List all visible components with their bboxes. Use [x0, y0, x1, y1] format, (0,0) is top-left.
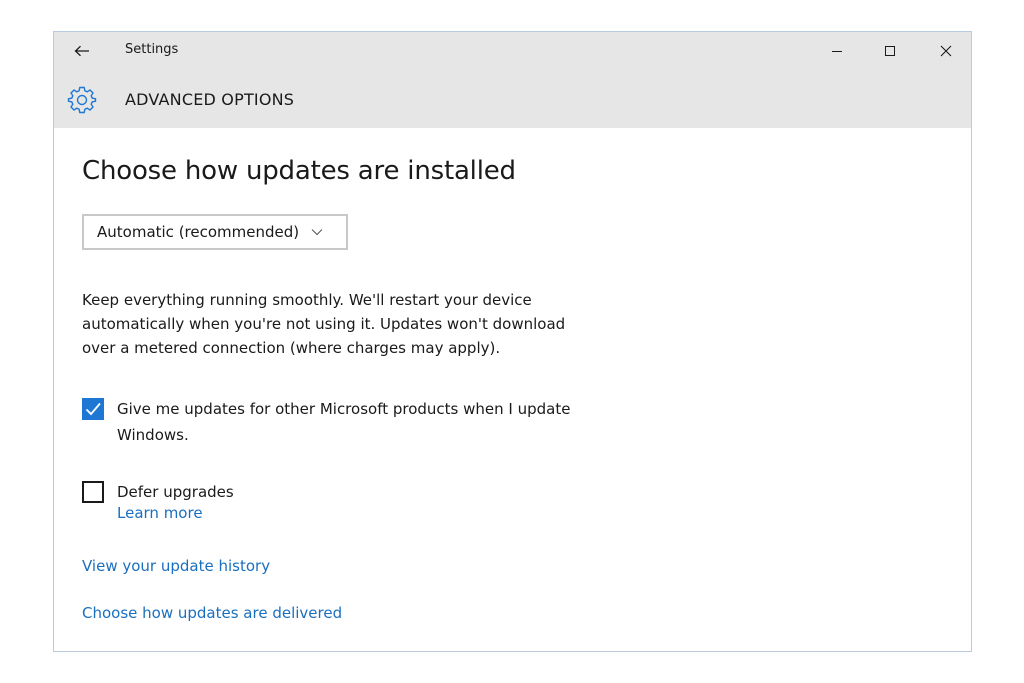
description-line: over a metered connection (where charges… — [82, 339, 501, 357]
update-history-link[interactable]: View your update history — [82, 557, 270, 575]
gear-icon — [67, 86, 97, 114]
description-line: Keep everything running smoothly. We'll … — [82, 291, 532, 309]
update-delivery-link[interactable]: Choose how updates are delivered — [82, 604, 342, 622]
close-button[interactable] — [928, 38, 964, 64]
settings-window: Settings ADVANCED OPTIONS Choose how upd… — [53, 31, 972, 652]
dropdown-selected-value: Automatic (recommended) — [97, 223, 300, 241]
microsoft-products-checkbox[interactable] — [82, 398, 104, 420]
defer-upgrades-checkbox[interactable] — [82, 481, 104, 503]
install-method-dropdown[interactable]: Automatic (recommended) — [82, 214, 348, 250]
learn-more-link[interactable]: Learn more — [117, 504, 203, 522]
section-heading: Choose how updates are installed — [82, 156, 516, 186]
content-area: Choose how updates are installed Automat… — [54, 128, 971, 653]
microsoft-products-label: Give me updates for other Microsoft prod… — [117, 396, 637, 448]
window-header: Settings ADVANCED OPTIONS — [54, 32, 971, 128]
checkmark-icon — [85, 402, 101, 416]
maximize-button[interactable] — [872, 38, 908, 64]
maximize-icon — [885, 46, 895, 56]
defer-upgrades-label: Defer upgrades — [117, 483, 234, 501]
label-line: Give me updates for other Microsoft prod… — [117, 400, 571, 418]
close-icon — [940, 45, 952, 57]
minimize-button[interactable] — [819, 38, 855, 64]
back-arrow-icon — [74, 45, 89, 57]
app-title: Settings — [125, 42, 179, 57]
label-line: Windows. — [117, 426, 189, 444]
back-button[interactable] — [70, 40, 94, 62]
title-bar: Settings — [54, 32, 971, 70]
minimize-icon — [832, 51, 842, 52]
description-text: Keep everything running smoothly. We'll … — [82, 288, 612, 360]
chevron-down-icon — [311, 228, 323, 236]
description-line: automatically when you're not using it. … — [82, 315, 566, 333]
page-title: ADVANCED OPTIONS — [125, 90, 295, 109]
